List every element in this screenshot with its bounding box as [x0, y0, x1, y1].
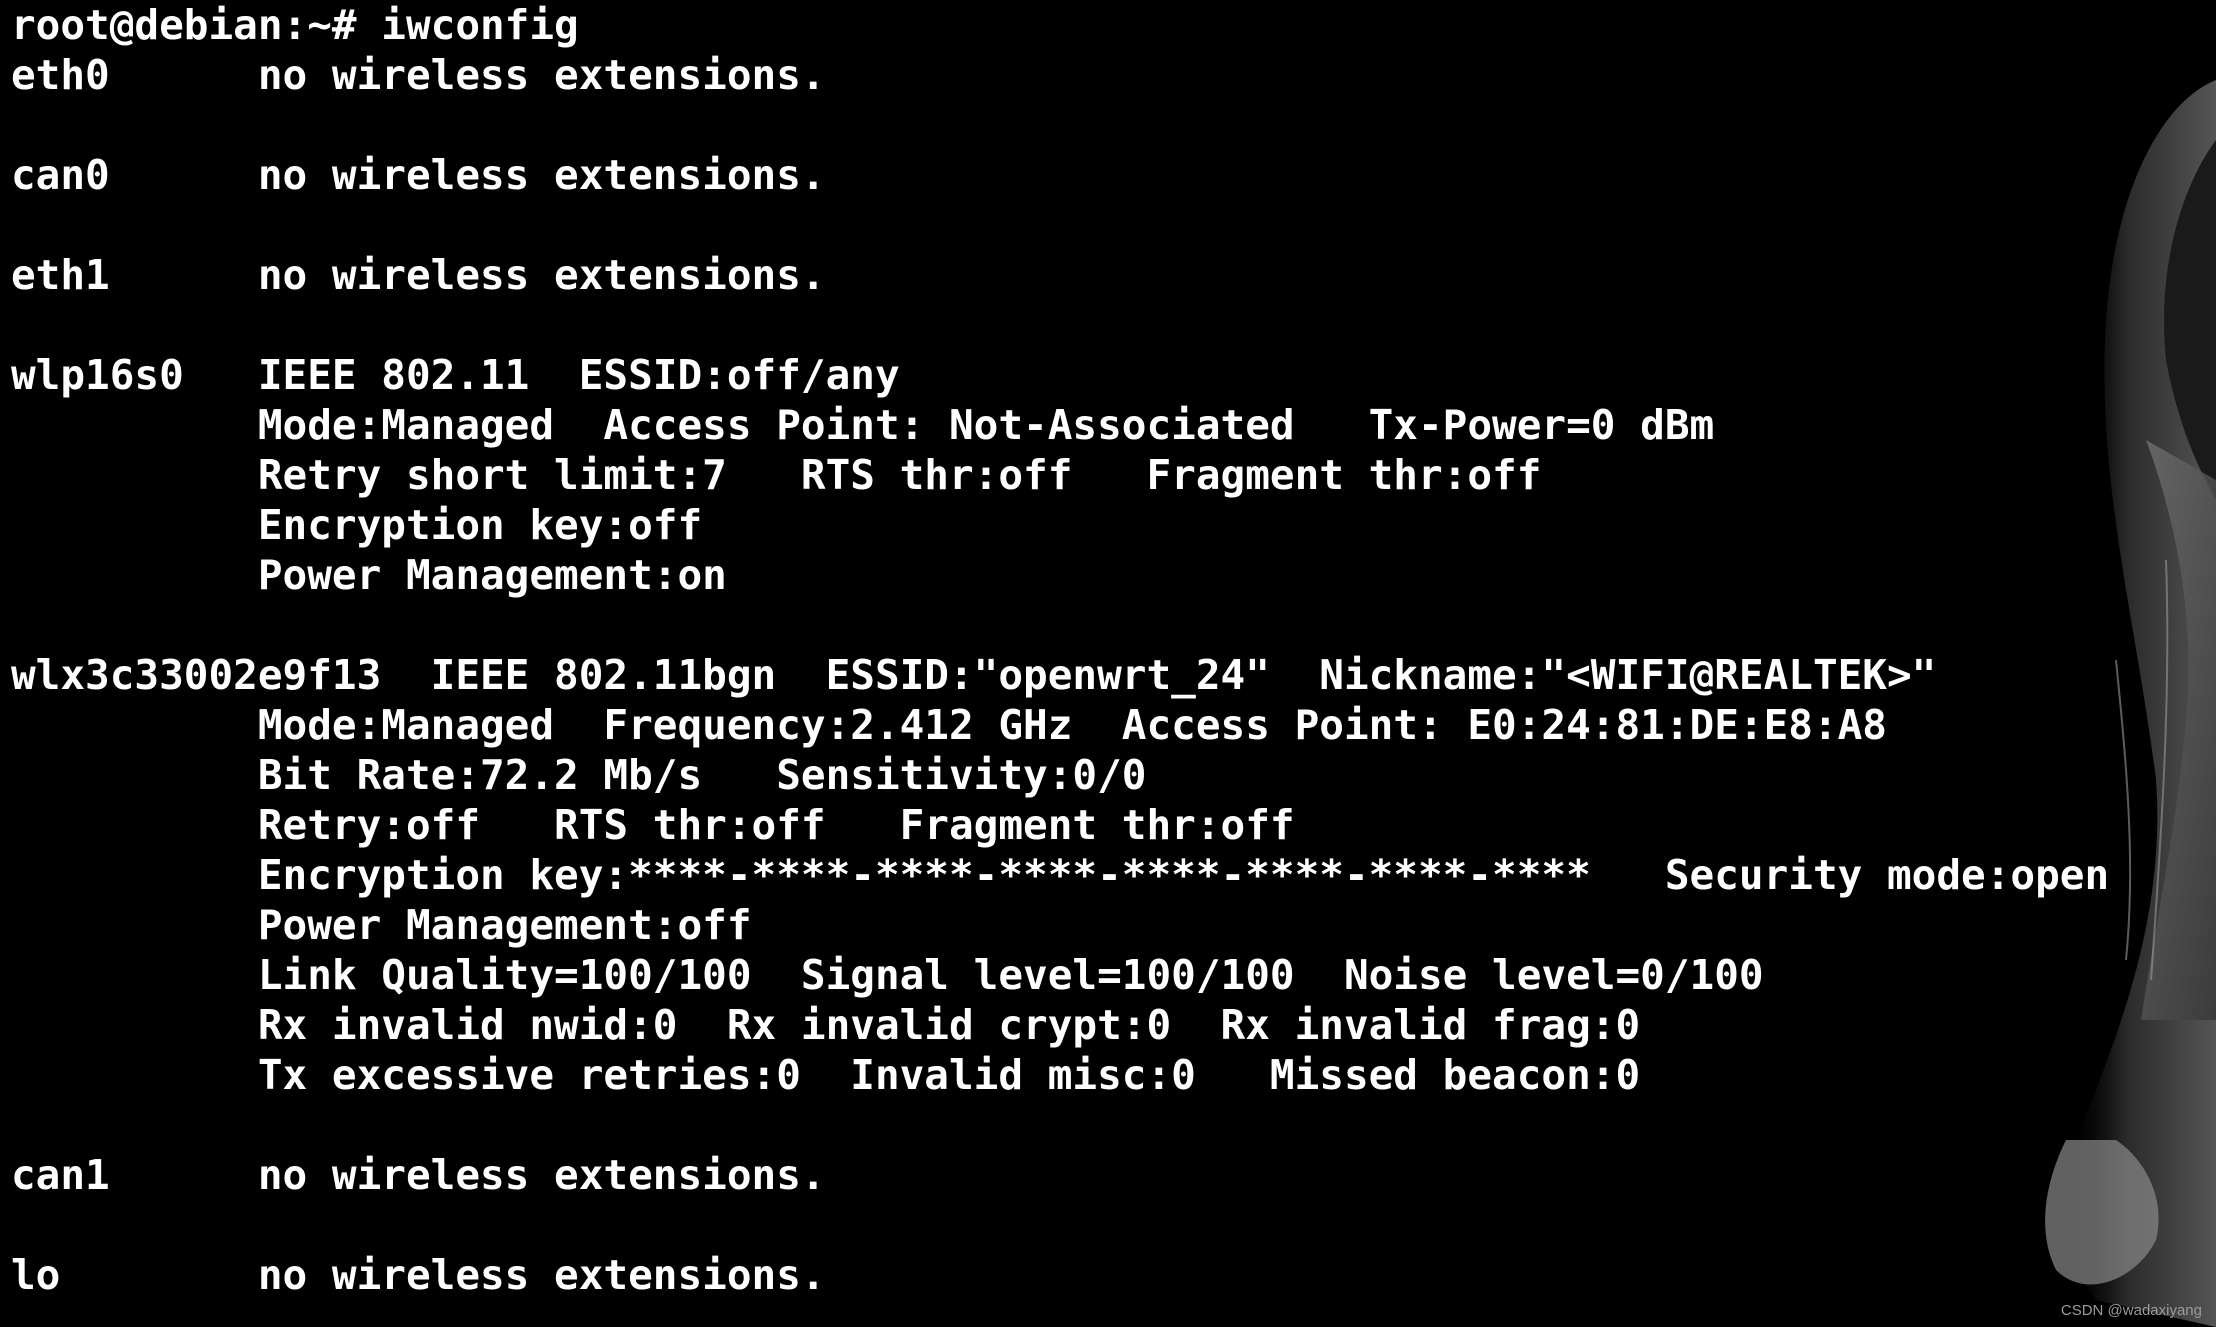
- output-line: Mode:Managed Access Point: Not-Associate…: [11, 401, 1715, 449]
- shell-prompt: root@debian:~#: [11, 1, 382, 49]
- output-line: Retry short limit:7 RTS thr:off Fragment…: [11, 451, 1542, 499]
- output-line: Mode:Managed Frequency:2.412 GHz Access …: [11, 701, 1887, 749]
- output-line: Tx excessive retries:0 Invalid misc:0 Mi…: [11, 1051, 1641, 1099]
- output-line: Bit Rate:72.2 Mb/s Sensitivity:0/0: [11, 751, 1147, 799]
- output-line: Encryption key:****-****-****-****-****-…: [11, 851, 2110, 899]
- output-line: Link Quality=100/100 Signal level=100/10…: [11, 951, 1764, 999]
- output-line: can1 no wireless extensions.: [11, 1151, 826, 1199]
- watermark-text: CSDN @wadaxiyang: [2060, 1302, 2202, 1319]
- output-line: wlx3c33002e9f13 IEEE 802.11bgn ESSID:"op…: [11, 651, 1937, 699]
- output-line: Power Management:on: [11, 551, 727, 599]
- command-text: iwconfig: [381, 1, 579, 49]
- output-line: Retry:off RTS thr:off Fragment thr:off: [11, 801, 1295, 849]
- output-line: can0 no wireless extensions.: [11, 151, 826, 199]
- output-line: Rx invalid nwid:0 Rx invalid crypt:0 Rx …: [11, 1001, 1641, 1049]
- output-line: lo no wireless extensions.: [11, 1251, 826, 1299]
- terminal-window[interactable]: root@debian:~# iwconfig eth0 no wireless …: [0, 0, 2216, 1327]
- output-line: wlp16s0 IEEE 802.11 ESSID:off/any: [11, 351, 900, 399]
- output-line: eth0 no wireless extensions.: [11, 51, 826, 99]
- output-line: eth1 no wireless extensions.: [11, 251, 826, 299]
- prompt-line: root@debian:~# iwconfig: [11, 0, 2109, 50]
- output-line: Power Management:off: [11, 901, 752, 949]
- terminal-output[interactable]: root@debian:~# iwconfig eth0 no wireless …: [11, 0, 2109, 1300]
- output-line: Encryption key:off: [11, 501, 703, 549]
